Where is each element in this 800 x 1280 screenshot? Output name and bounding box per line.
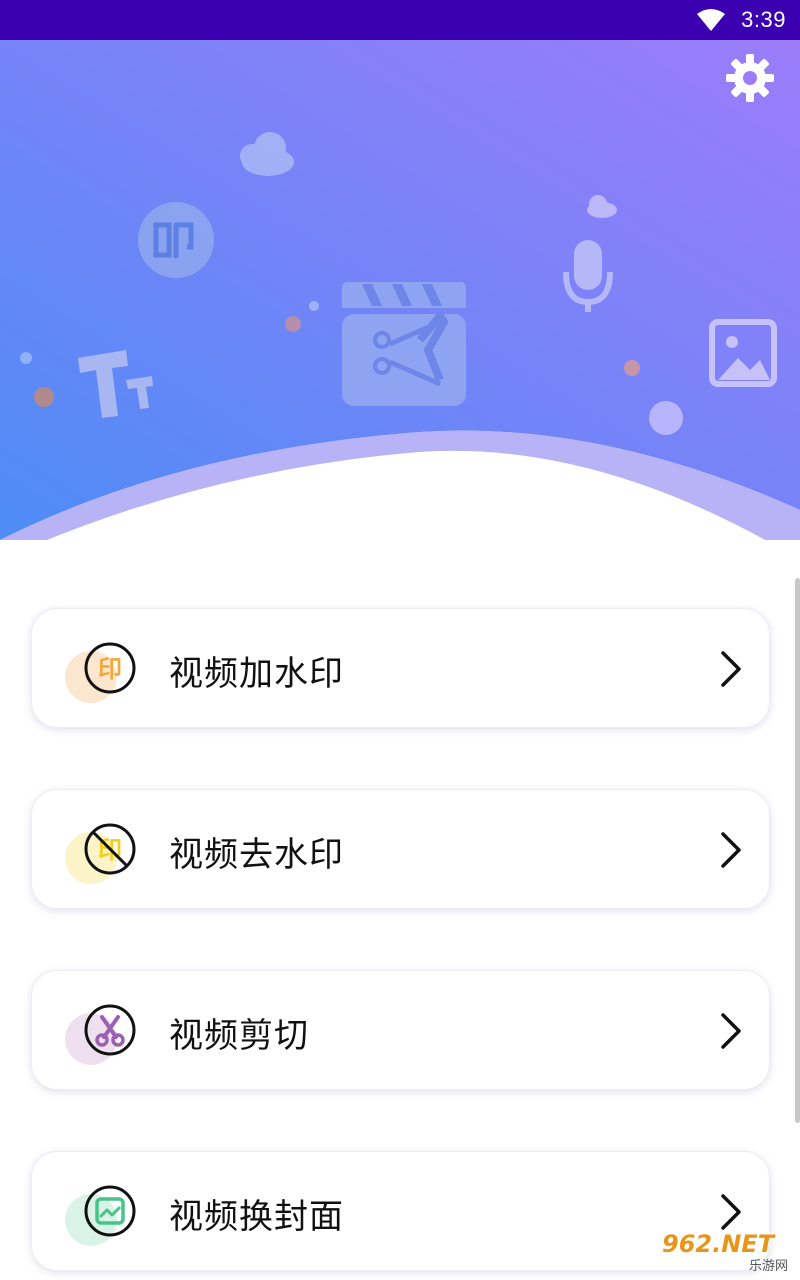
banner-illustration — [0, 40, 800, 560]
chevron-right-icon — [721, 1013, 741, 1049]
watermark-stamp-icon — [138, 202, 214, 278]
header-banner — [0, 40, 800, 560]
add-watermark-icon: 印 — [84, 642, 136, 694]
menu-item-label: 视频加水印 — [169, 654, 344, 694]
menu-item-add-watermark[interactable]: 印 视频加水印 — [31, 608, 770, 728]
gear-icon[interactable] — [724, 52, 776, 104]
chevron-right-icon — [721, 1194, 741, 1230]
chevron-right-icon — [721, 832, 741, 868]
watermark-sub: 乐游网 — [748, 1259, 788, 1274]
menu-item-change-cover[interactable]: 视频换封面 — [31, 1151, 770, 1271]
remove-watermark-icon: 印 — [84, 823, 136, 875]
scissors-icon — [84, 1004, 136, 1056]
menu-item-remove-watermark[interactable]: 印 视频去水印 — [31, 789, 770, 909]
image-cover-icon — [84, 1185, 136, 1237]
menu-item-label: 视频换封面 — [169, 1197, 344, 1237]
menu-item-cut-video[interactable]: 视频剪切 — [31, 970, 770, 1090]
menu-item-label: 视频剪切 — [169, 1016, 309, 1056]
site-watermark: 962.NET 乐游网 — [662, 1230, 792, 1274]
chevron-right-icon — [721, 651, 741, 687]
svg-text:印: 印 — [98, 655, 122, 683]
scrollbar[interactable] — [795, 578, 800, 1123]
video-clip-icon — [342, 282, 466, 406]
status-time: 3:39 — [741, 7, 786, 32]
status-bar: 3:39 — [0, 0, 800, 40]
watermark-brand: 962.NET — [662, 1230, 775, 1258]
menu-item-label: 视频去水印 — [169, 835, 344, 875]
wifi-icon — [697, 9, 725, 31]
